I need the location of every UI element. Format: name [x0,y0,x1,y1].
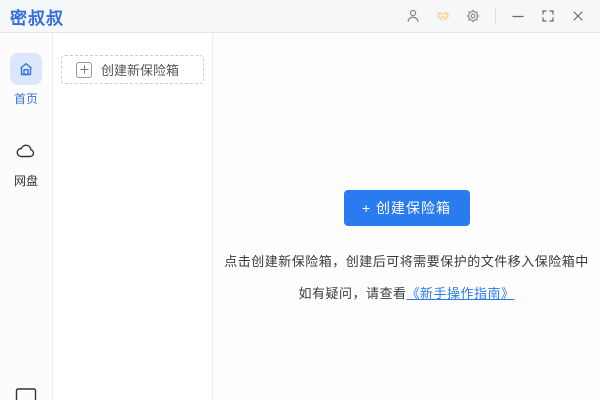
sidebar: 首页 网盘 [0,33,53,400]
settings-gear-icon[interactable] [463,6,483,26]
titlebar-controls [403,6,588,26]
sidebar-item-label: 首页 [13,92,38,106]
maximize-icon[interactable] [538,6,558,26]
sidebar-item-label: 网盘 [13,174,38,188]
close-icon[interactable] [568,6,588,26]
minimize-icon[interactable] [508,6,528,26]
create-vault-button[interactable]: + 创建保险箱 [343,190,470,226]
hint-line1: 点击创建新保险箱，创建后可将需要保护的文件移入保险箱中 [224,254,589,269]
create-new-vault-label: 创建新保险箱 [101,63,180,78]
vip-diamond-icon[interactable] [433,6,453,26]
app-window: 密叔叔 首页 网盘 创建新保险箱 + 创建保险箱 点击创建新保险箱，创建后可将需… [0,0,600,400]
create-new-vault-button[interactable]: 创建新保险箱 [61,55,204,84]
home-icon [10,53,42,85]
vault-list-panel: 创建新保险箱 [53,33,213,400]
hint-line2: 如有疑问，请查看《新手操作指南》 [298,283,514,302]
main-row: 首页 网盘 创建新保险箱 + 创建保险箱 点击创建新保险箱，创建后可将需要保护的… [0,33,600,400]
user-icon[interactable] [403,6,423,26]
app-logo: 密叔叔 [10,8,64,28]
main-content: + 创建保险箱 点击创建新保险箱，创建后可将需要保护的文件移入保险箱中 如有疑问… [213,33,600,400]
plus-icon [76,61,92,78]
titlebar: 密叔叔 [0,0,600,33]
sidebar-item-netdisk[interactable]: 网盘 [10,135,42,189]
hint-line2-text: 如有疑问，请查看 [298,286,407,301]
sidebar-item-home[interactable]: 首页 [10,53,42,107]
cloud-icon [10,135,42,167]
beginner-guide-link[interactable]: 《新手操作指南》 [407,286,515,301]
device-icon[interactable] [12,388,40,400]
titlebar-separator [495,9,496,23]
